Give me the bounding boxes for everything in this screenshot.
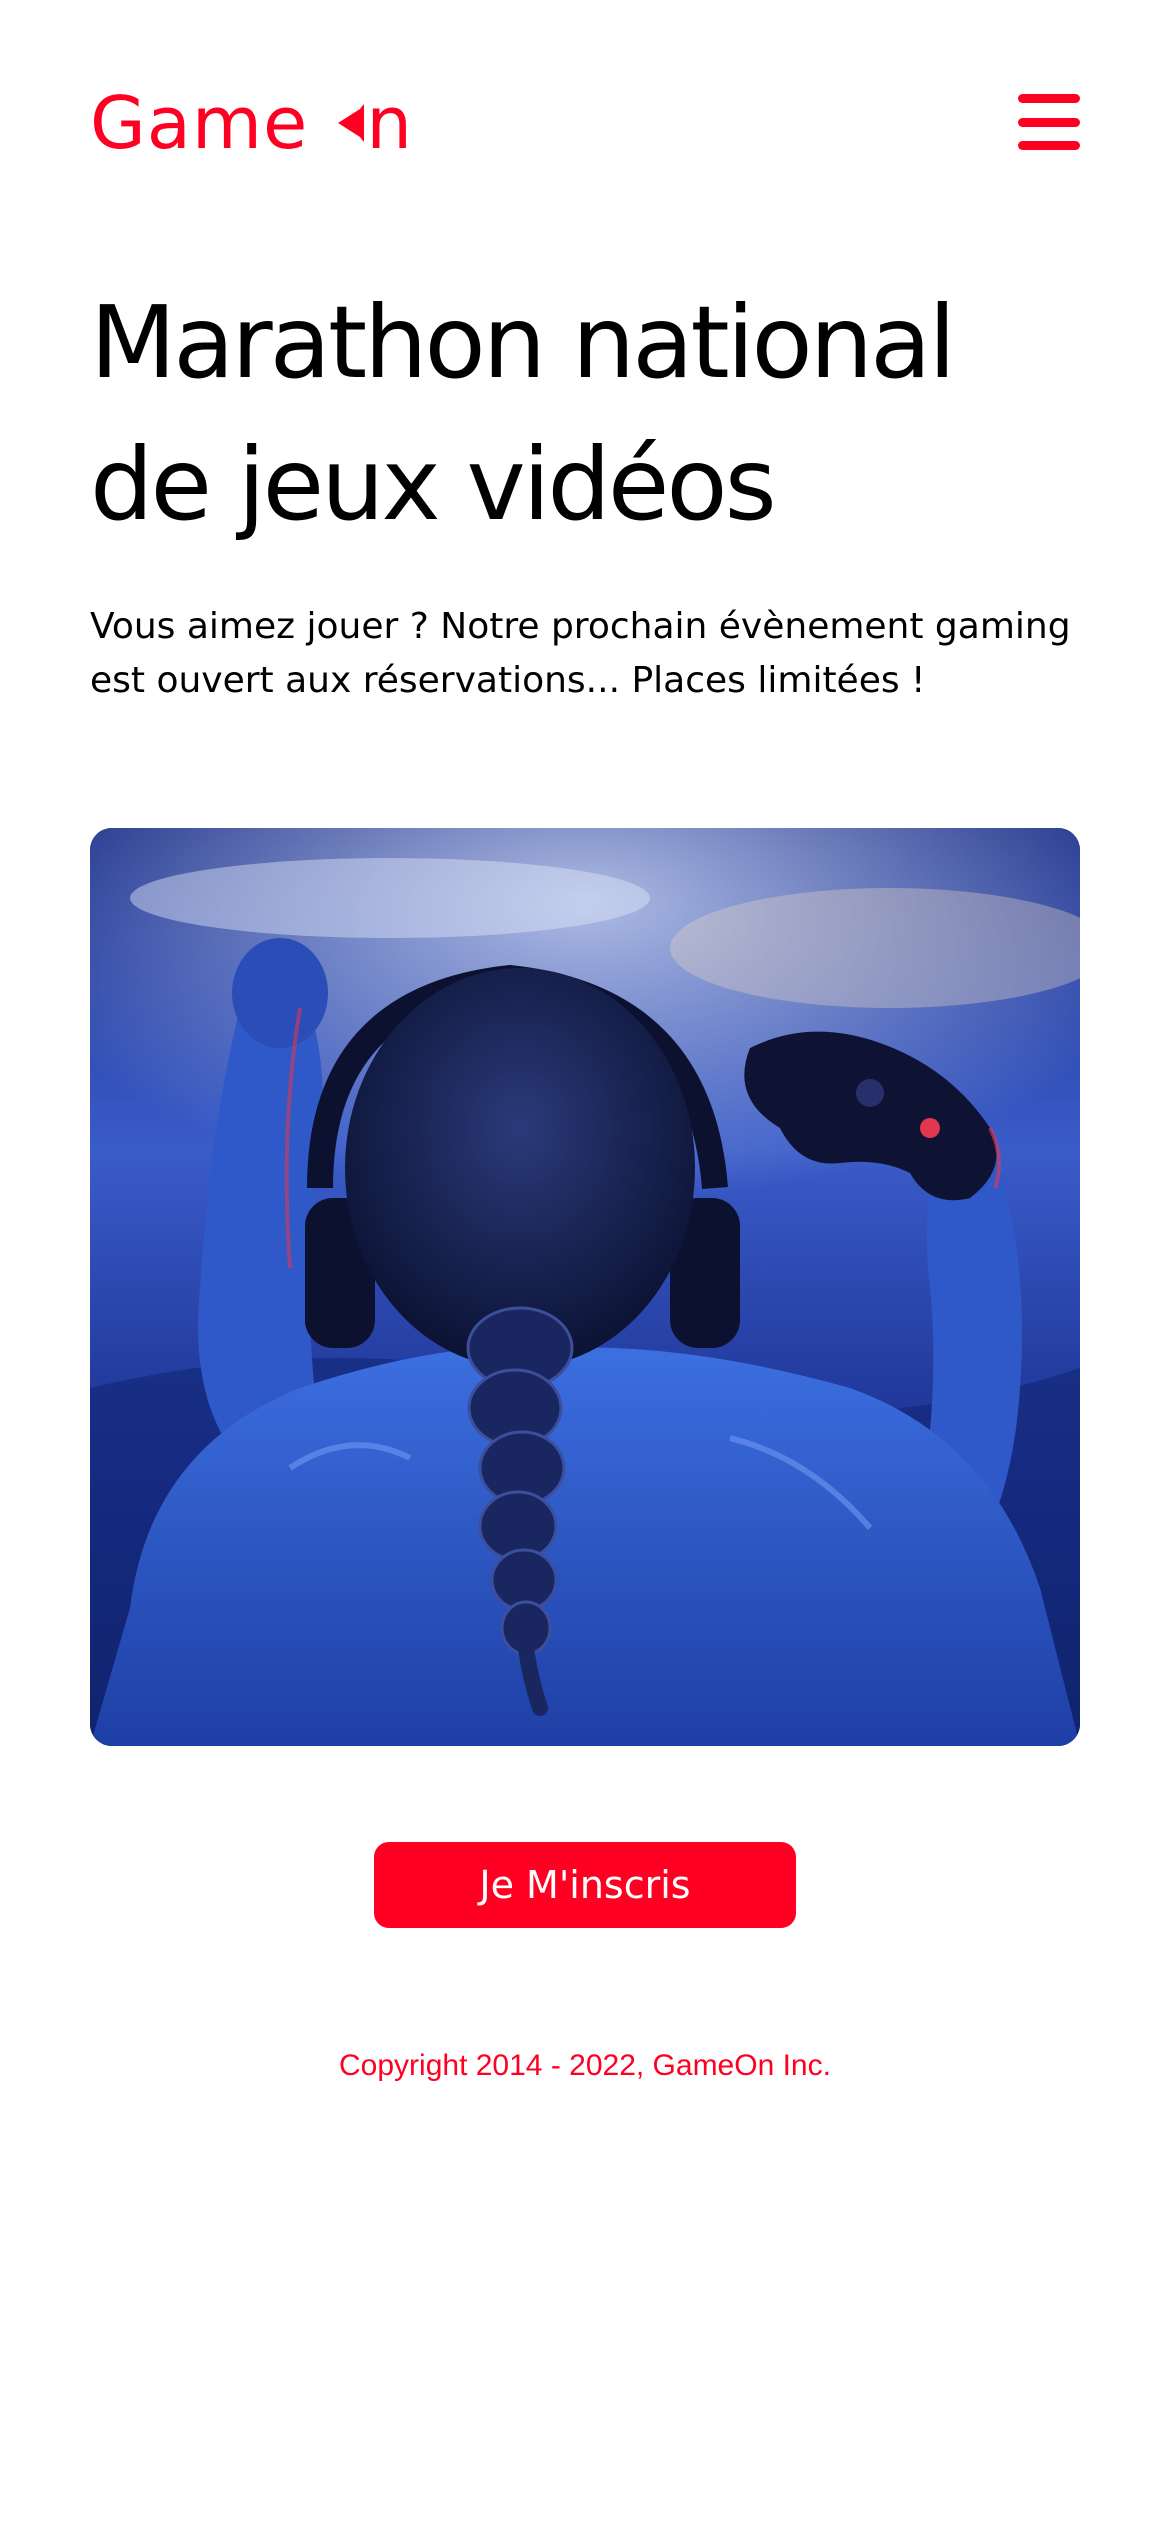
menu-bar: [1018, 94, 1080, 103]
gamer-with-controller-illustration: [90, 828, 1080, 1746]
hero-description-line-2: est ouvert aux réservations... Places li…: [90, 660, 926, 701]
menu-bar: [1018, 141, 1080, 150]
hero-title: Marathon national de jeux vidéos: [90, 272, 1090, 556]
register-button[interactable]: Je M'inscris: [374, 1842, 796, 1928]
hero-title-line-2: de jeux vidéos: [90, 426, 777, 543]
menu-bar: [1018, 117, 1080, 127]
hero-image: [90, 828, 1080, 1746]
hero-title-line-1: Marathon national: [90, 284, 956, 401]
hamburger-menu-icon[interactable]: [1018, 94, 1080, 150]
gameon-logo[interactable]: Game n: [90, 81, 413, 165]
pacman-icon: [312, 97, 365, 149]
hero-description-line-1: Vous aimez jouer ? Notre prochain évènem…: [90, 606, 1071, 647]
site-header: Game n: [90, 81, 1080, 165]
hero-description: Vous aimez jouer ? Notre prochain évènem…: [90, 600, 1090, 708]
logo-text-end: n: [366, 81, 413, 165]
logo-text-start: Game: [90, 81, 309, 165]
copyright-footer: Copyright 2014 - 2022, GameOn Inc.: [339, 2049, 831, 2082]
